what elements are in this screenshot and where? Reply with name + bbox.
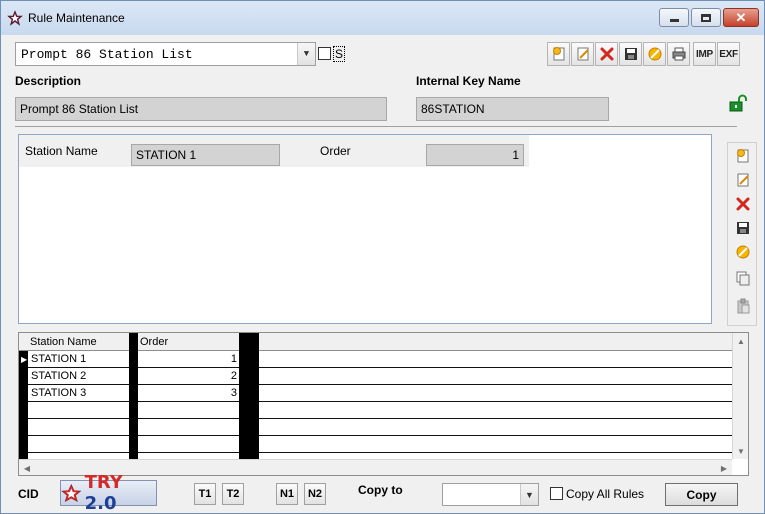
copy-all-rules-checkbox[interactable]	[550, 487, 563, 500]
cid-label: CID	[18, 487, 39, 501]
table-row[interactable]: STATION 3 3	[19, 385, 732, 402]
cancel-circle-icon	[648, 47, 661, 61]
floppy-disk-icon	[737, 222, 749, 234]
star-logo-icon	[61, 483, 82, 502]
station-name-label: Station Name	[25, 144, 98, 158]
detail-delete-button[interactable]	[732, 193, 754, 215]
scroll-down-icon[interactable]: ▼	[733, 443, 749, 459]
new-document-icon	[552, 47, 564, 61]
maximize-button[interactable]	[691, 8, 721, 27]
try-logo: TRY 2.0	[60, 472, 157, 514]
copy-icon	[736, 271, 750, 286]
t2-button[interactable]: T2	[222, 483, 244, 505]
cell-order: 2	[230, 370, 237, 382]
cancel-circle-icon	[736, 245, 750, 259]
chevron-down-icon[interactable]: ▼	[520, 484, 538, 505]
try-logo-word: TRY	[84, 472, 123, 493]
copy-button[interactable]: Copy	[665, 483, 738, 506]
close-icon: ✕	[735, 10, 747, 25]
delete-x-icon	[736, 197, 750, 211]
rule-select[interactable]: Prompt 86 Station List ▼	[15, 42, 316, 66]
scroll-right-icon[interactable]: ▶	[716, 460, 732, 476]
order-field[interactable]: 1	[426, 144, 524, 166]
minimize-button[interactable]	[659, 8, 689, 27]
window-title: Rule Maintenance	[28, 11, 125, 25]
star-app-icon	[7, 10, 23, 26]
row-indicator-column	[19, 351, 28, 475]
edit-icon	[577, 47, 589, 61]
maximize-icon	[701, 13, 711, 22]
station-grid: Station Name Order ▶ STATION 1 1 STATION…	[18, 332, 749, 476]
detail-toolbar	[727, 142, 757, 326]
detail-paste-button[interactable]	[732, 295, 754, 317]
paste-icon	[737, 298, 750, 314]
grid-column-separator	[129, 333, 138, 475]
unlock-button[interactable]	[726, 92, 750, 114]
scroll-left-icon[interactable]: ◀	[19, 460, 35, 476]
detail-edit-button[interactable]	[732, 169, 754, 191]
n1-button[interactable]: N1	[276, 483, 298, 505]
cell-station-name: STATION 1	[31, 353, 87, 365]
detail-row: Station Name STATION 1 Order 1	[19, 135, 529, 167]
import-button[interactable]: IMP	[693, 42, 716, 66]
n2-button[interactable]: N2	[304, 483, 326, 505]
copy-to-label: Copy to	[358, 483, 403, 497]
try-logo-text: TRY 2.0	[85, 472, 156, 514]
station-name-field[interactable]: STATION 1	[131, 144, 280, 166]
cell-order: 3	[230, 387, 237, 399]
grid-header-station-name[interactable]: Station Name	[28, 333, 128, 350]
delete-button[interactable]	[595, 42, 618, 66]
cell-order: 1	[230, 353, 237, 365]
copy-to-select[interactable]: ▼	[442, 483, 539, 506]
table-row-empty[interactable]	[19, 419, 732, 436]
t1-button[interactable]: T1	[194, 483, 216, 505]
description-label: Description	[15, 74, 82, 88]
detail-save-button[interactable]	[732, 217, 754, 239]
edit-button[interactable]	[571, 42, 594, 66]
grid-header: Station Name Order	[19, 333, 732, 351]
try-logo-version: 2.0	[84, 493, 117, 514]
description-field[interactable]: Prompt 86 Station List	[15, 97, 387, 121]
cell-station-name: STATION 3	[31, 387, 87, 399]
new-button[interactable]	[547, 42, 570, 66]
minimize-icon	[669, 19, 679, 22]
copy-all-rules-label: Copy All Rules	[566, 487, 645, 501]
s-checkbox-label: S	[333, 46, 346, 62]
save-button[interactable]	[619, 42, 642, 66]
grid-header-order[interactable]: Order	[138, 333, 238, 350]
detail-panel: Station Name STATION 1 Order 1	[18, 134, 712, 324]
cancel-button[interactable]	[643, 42, 666, 66]
export-button[interactable]: EXF	[717, 42, 740, 66]
new-document-icon	[737, 149, 749, 163]
detail-copy-button[interactable]	[732, 267, 754, 289]
table-row-empty[interactable]	[19, 402, 732, 419]
unlock-icon	[729, 94, 747, 112]
floppy-disk-icon	[624, 48, 637, 60]
order-label: Order	[320, 144, 351, 158]
header-divider	[15, 126, 737, 127]
cell-station-name: STATION 2	[31, 370, 87, 382]
internal-key-field[interactable]: 86STATION	[416, 97, 609, 121]
table-row[interactable]: STATION 2 2	[19, 368, 732, 385]
vertical-scrollbar[interactable]: ▲ ▼	[732, 333, 748, 459]
printer-icon	[672, 47, 685, 61]
internal-key-label: Internal Key Name	[416, 74, 521, 88]
current-row-arrow-icon: ▶	[21, 355, 28, 364]
detail-new-button[interactable]	[732, 145, 754, 167]
print-button[interactable]	[667, 42, 690, 66]
table-row[interactable]: ▶ STATION 1 1	[19, 351, 732, 368]
title-bar: Rule Maintenance ✕	[1, 1, 764, 35]
close-button[interactable]: ✕	[723, 8, 759, 27]
rule-maintenance-window: Rule Maintenance ✕ Prompt 86 Station Lis…	[0, 0, 765, 514]
table-row-empty[interactable]	[19, 436, 732, 453]
scroll-up-icon[interactable]: ▲	[733, 333, 749, 349]
chevron-down-icon[interactable]: ▼	[297, 43, 315, 65]
edit-icon	[737, 173, 749, 187]
delete-x-icon	[600, 47, 613, 61]
rule-select-value: Prompt 86 Station List	[21, 47, 193, 62]
detail-cancel-button[interactable]	[732, 241, 754, 263]
s-checkbox[interactable]	[318, 47, 331, 60]
grid-column-separator	[239, 333, 259, 475]
